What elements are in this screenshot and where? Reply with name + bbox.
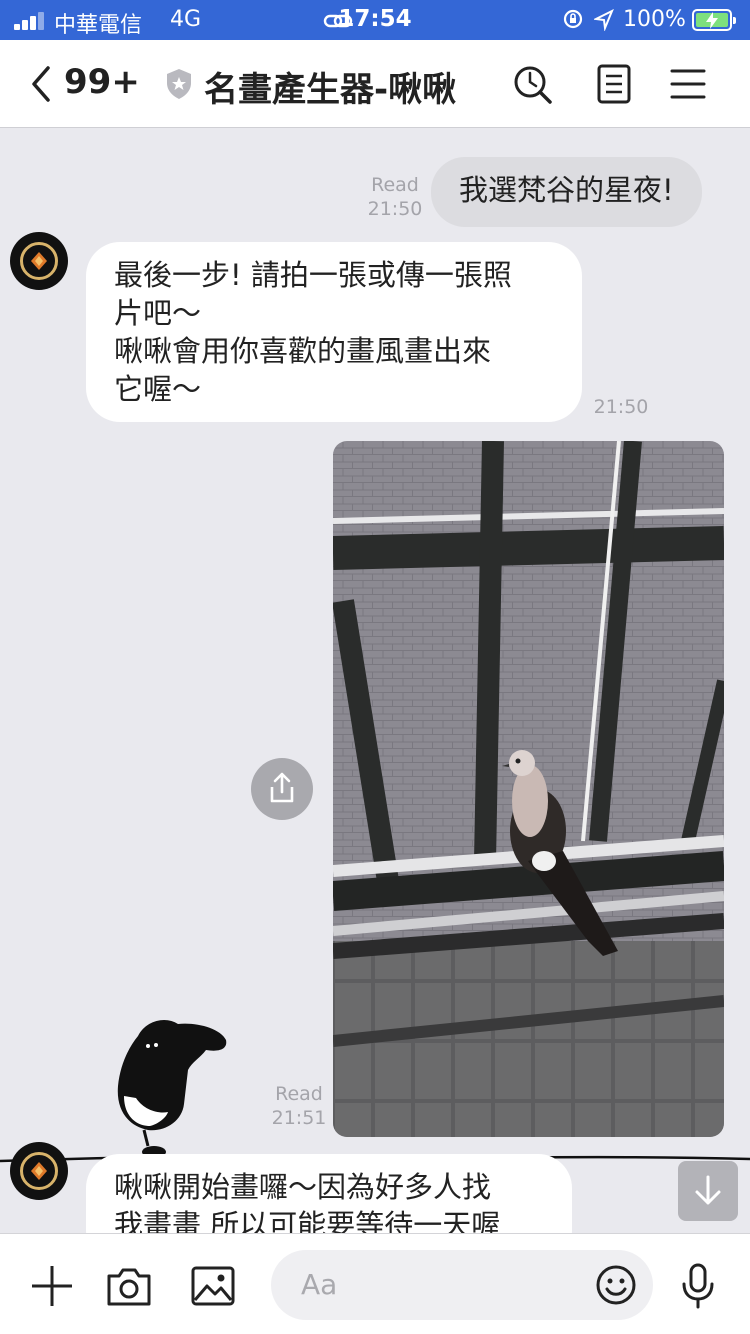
shield-icon [167,69,191,99]
chat-area[interactable]: Read 21:50 我選梵谷的星夜! 最後一步! 請拍一張或傳一張照 片吧～ … [0,129,750,1233]
outgoing-message[interactable]: 我選梵谷的星夜! [431,157,702,227]
animal-sticker [117,1020,227,1158]
battery-icon [692,9,736,31]
search-icon[interactable] [510,62,554,106]
bot-avatar[interactable] [10,1142,68,1200]
notes-icon[interactable] [592,62,636,106]
message-input[interactable]: Aa [271,1250,653,1320]
photo-message[interactable] [333,441,724,1137]
message-meta: Read 21:51 [268,1082,330,1130]
diamond-icon [31,252,47,270]
plus-icon[interactable] [28,1262,76,1310]
rotation-lock-icon [563,9,583,29]
timestamp: 21:50 [367,198,423,220]
incoming-message[interactable]: 啾啾開始畫囉～因為好多人找 我畫畫 所以可能要等待一天喔 [86,1154,572,1233]
camera-icon[interactable] [105,1262,153,1310]
dove-on-railing-photo [333,441,724,1137]
scroll-to-bottom-button[interactable] [678,1161,738,1221]
arrow-down-icon [695,1175,721,1205]
message-input-placeholder: Aa [301,1268,338,1301]
emoji-icon[interactable] [595,1264,637,1306]
unread-count[interactable]: 99+ [64,62,140,102]
message-line: 啾啾會用你喜歡的畫風畫出來 [114,334,492,368]
image-icon[interactable] [189,1262,237,1310]
timestamp: 21:51 [271,1107,327,1129]
microphone-icon[interactable] [674,1262,722,1310]
read-receipt: Read [371,174,419,196]
message-line: 最後一步! 請拍一張或傳一張照 [114,258,512,292]
message-line: 我畫畫 所以可能要等待一天喔 [114,1208,501,1233]
chat-title: 名畫產生器-啾啾 [204,70,457,110]
location-arrow-icon [594,9,614,31]
read-receipt: Read [275,1083,323,1105]
share-button[interactable] [251,758,313,820]
message-text: 我選梵谷的星夜! [459,173,674,207]
diamond-icon [31,1162,47,1180]
menu-icon[interactable] [666,62,710,106]
timestamp: 21:50 [593,396,649,418]
bot-avatar[interactable] [10,232,68,290]
chat-header: 99+ 名畫產生器-啾啾 [0,40,750,128]
input-bar: Aa [0,1233,750,1334]
message-line: 啾啾開始畫囉～因為好多人找 [114,1170,492,1204]
message-line: 它喔～ [114,372,202,406]
chevron-left-icon[interactable] [26,64,66,104]
status-bar: 中華電信 4G 17:54 100% [0,0,750,40]
message-line: 片吧～ [114,296,202,330]
incoming-message[interactable]: 最後一步! 請拍一張或傳一張照 片吧～ 啾啾會用你喜歡的畫風畫出來 它喔～ [86,242,582,422]
share-icon [270,772,294,803]
battery-percent: 100% [623,7,686,32]
message-meta: Read 21:50 [362,173,428,221]
